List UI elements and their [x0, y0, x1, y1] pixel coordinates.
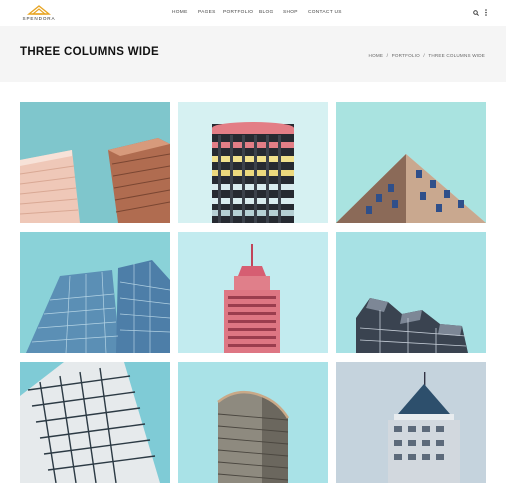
portfolio-item[interactable] — [178, 102, 328, 223]
breadcrumb-portfolio[interactable]: PORTFOLIO — [392, 53, 420, 58]
portfolio-item[interactable] — [336, 362, 486, 483]
portfolio-image — [178, 362, 328, 483]
portfolio-item[interactable] — [336, 102, 486, 223]
portfolio-item[interactable] — [178, 232, 328, 353]
portfolio-image — [20, 232, 170, 353]
portfolio-image — [20, 362, 170, 483]
page-title: THREE COLUMNS WIDE — [20, 46, 159, 58]
nav-item-portfolio[interactable]: PORTFOLIO — [223, 10, 253, 15]
nav-item-shop[interactable]: SHOP — [283, 10, 298, 15]
breadcrumb: HOME / PORTFOLIO / THREE COLUMNS WIDE — [368, 53, 486, 58]
portfolio-image — [336, 102, 486, 223]
page-title-band: THREE COLUMNS WIDE HOME / PORTFOLIO / TH… — [0, 26, 506, 82]
portfolio-image — [178, 102, 328, 223]
breadcrumb-home[interactable]: HOME — [369, 53, 384, 58]
portfolio-image — [336, 362, 486, 483]
header: SPENDORA HOME PAGES PORTFOLIO BLOG SHOP … — [0, 0, 506, 26]
nav-item-home[interactable]: HOME — [172, 10, 188, 15]
portfolio-image — [178, 232, 328, 353]
nav-item-blog[interactable]: BLOG — [259, 10, 274, 15]
portfolio-image — [336, 232, 486, 353]
search-icon[interactable] — [473, 10, 479, 16]
breadcrumb-separator: / — [423, 53, 425, 58]
more-vertical-icon[interactable] — [485, 9, 487, 16]
main-nav: HOME PAGES PORTFOLIO BLOG SHOP CONTACT U… — [0, 10, 506, 18]
nav-item-pages[interactable]: PAGES — [198, 10, 216, 15]
portfolio-item[interactable] — [178, 362, 328, 483]
portfolio-item[interactable] — [336, 232, 486, 353]
nav-item-contact-us[interactable]: CONTACT US — [308, 10, 342, 15]
portfolio-item[interactable] — [20, 232, 170, 353]
breadcrumb-current: THREE COLUMNS WIDE — [428, 53, 485, 58]
breadcrumb-separator: / — [386, 53, 389, 58]
portfolio-item[interactable] — [20, 102, 170, 223]
portfolio-image — [20, 102, 170, 223]
portfolio-item[interactable] — [20, 362, 170, 483]
